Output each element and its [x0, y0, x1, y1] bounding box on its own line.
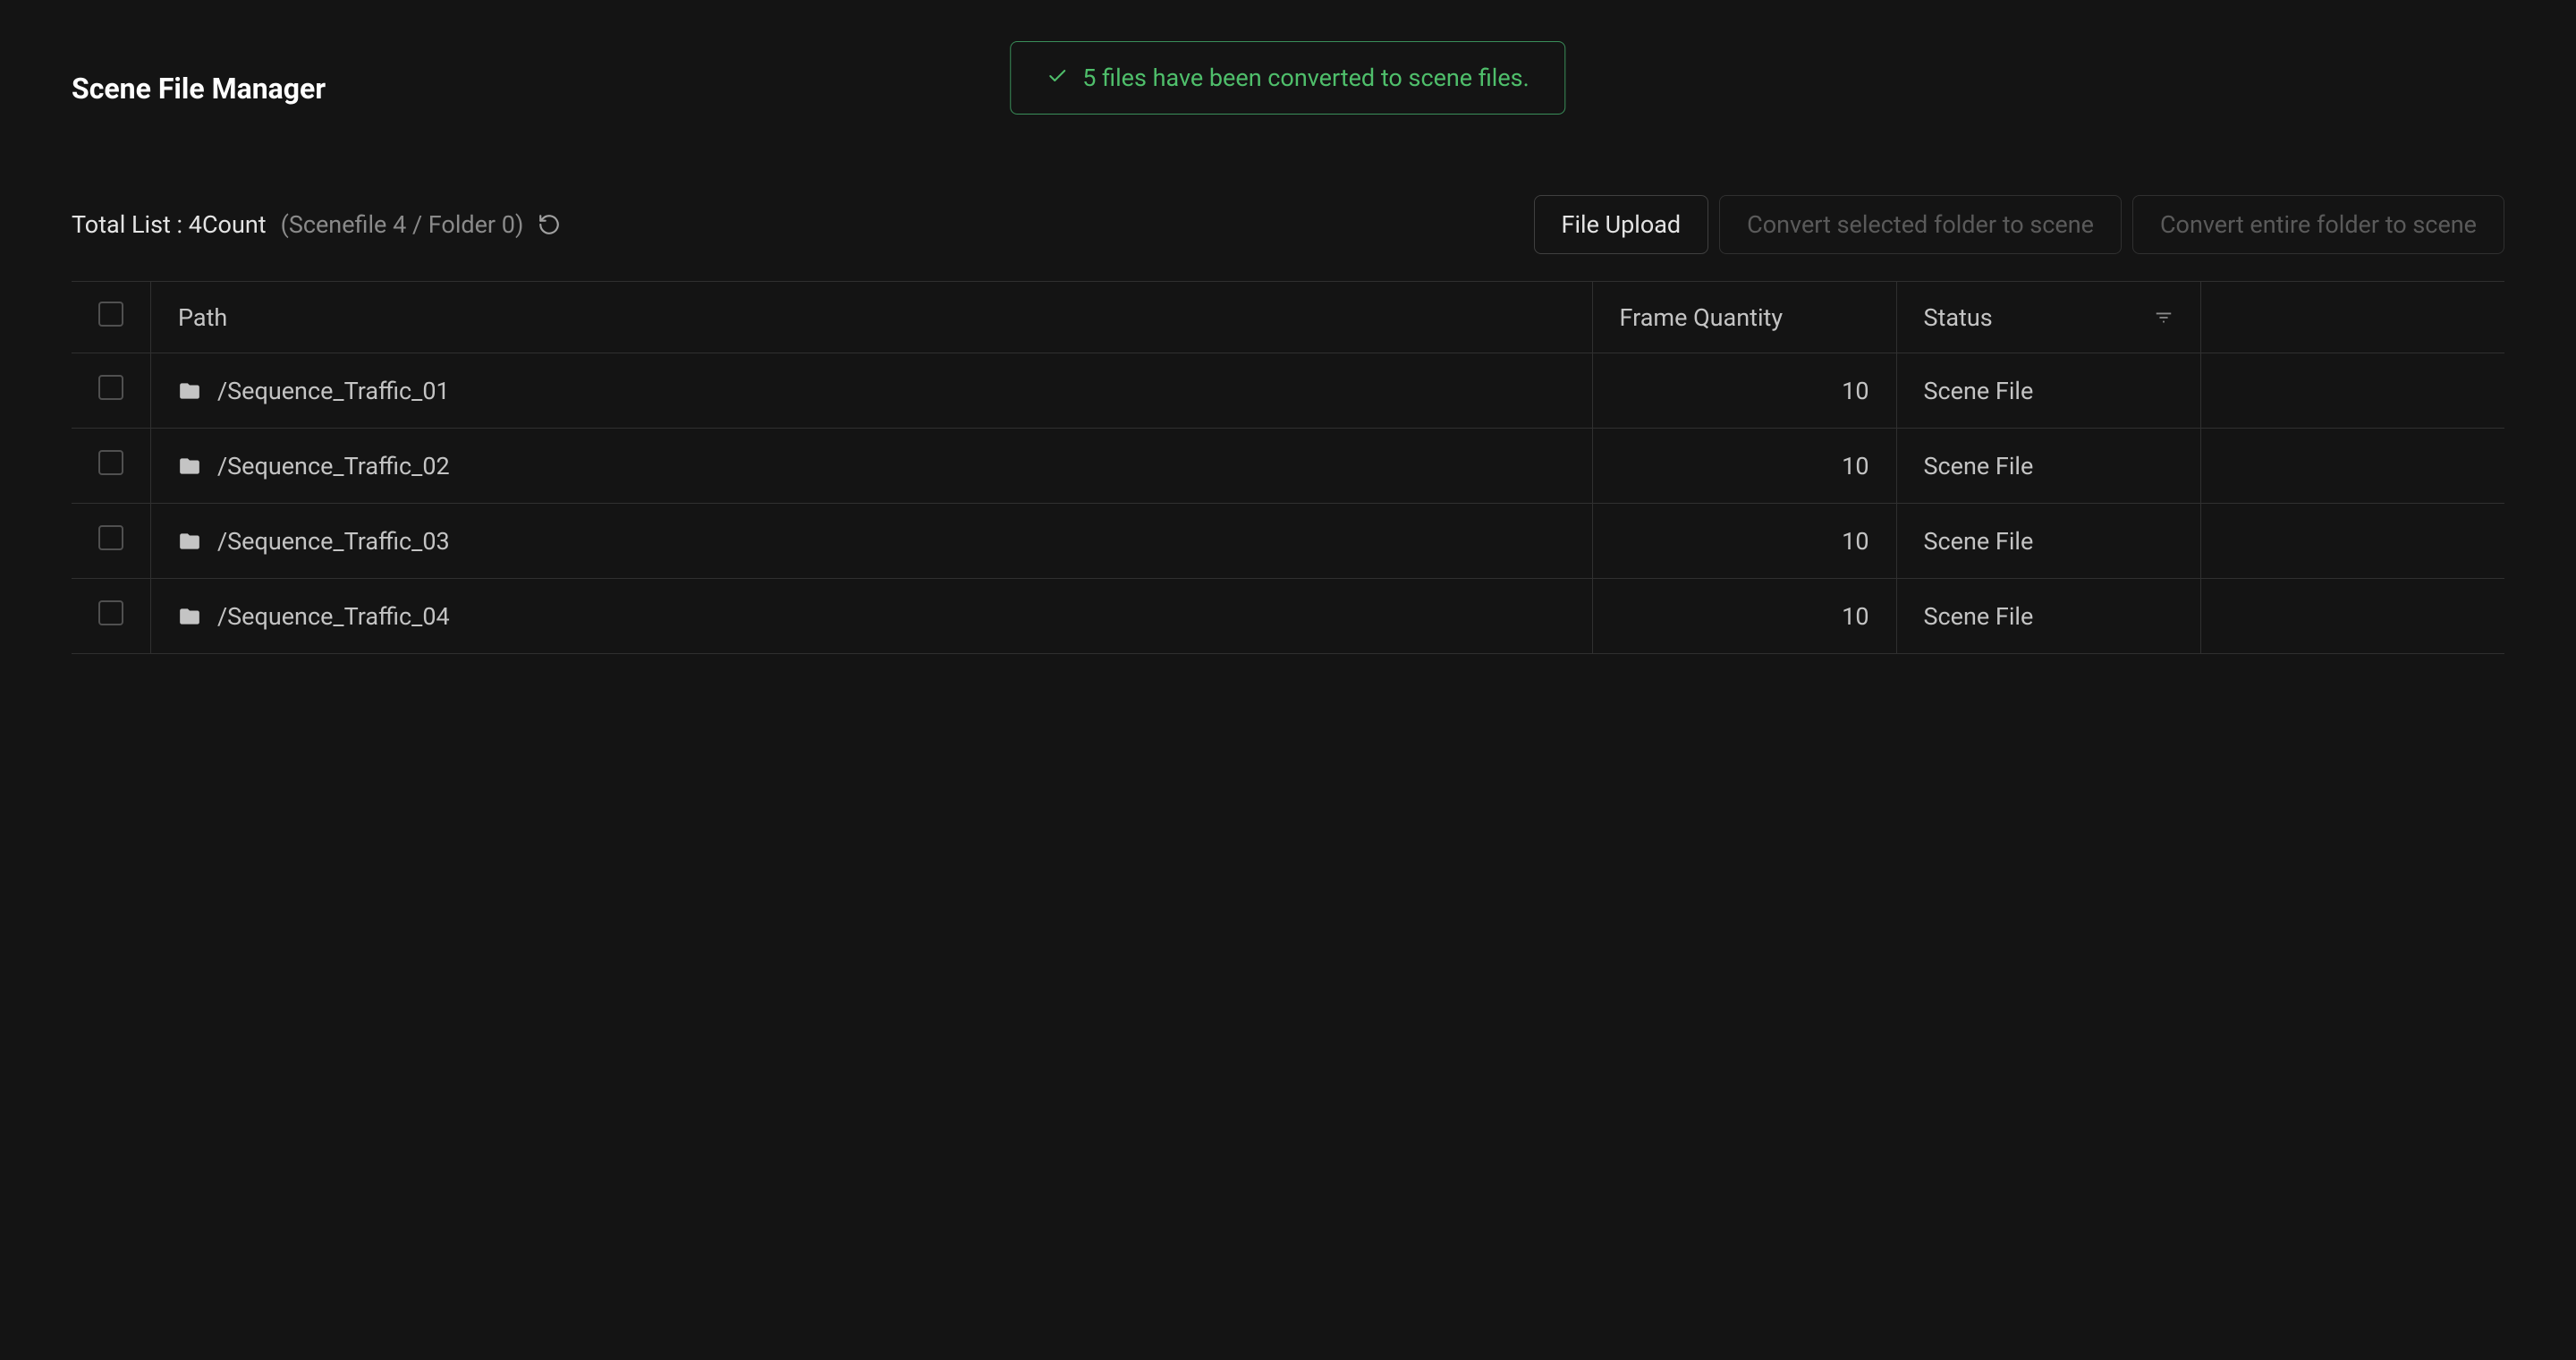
- row-status-cell: Scene File: [1896, 579, 2200, 654]
- header-checkbox-cell: [72, 282, 151, 353]
- table-row[interactable]: /Sequence_Traffic_04 10 Scene File: [72, 579, 2504, 654]
- select-all-checkbox[interactable]: [98, 302, 123, 327]
- filter-icon[interactable]: [2154, 308, 2174, 327]
- row-checkbox-cell: [72, 504, 151, 579]
- row-status-cell: Scene File: [1896, 429, 2200, 504]
- row-checkbox-cell: [72, 353, 151, 429]
- row-frame-cell: 10: [1592, 504, 1896, 579]
- success-toast: 5 files have been converted to scene fil…: [1010, 41, 1565, 115]
- row-path-text: /Sequence_Traffic_01: [217, 377, 450, 405]
- row-frame-cell: 10: [1592, 353, 1896, 429]
- table-row[interactable]: /Sequence_Traffic_03 10 Scene File: [72, 504, 2504, 579]
- row-checkbox[interactable]: [98, 450, 123, 475]
- row-checkbox[interactable]: [98, 375, 123, 400]
- folder-icon: [178, 605, 201, 628]
- row-actions-cell: [2200, 504, 2504, 579]
- row-status-cell: Scene File: [1896, 353, 2200, 429]
- convert-entire-button[interactable]: Convert entire folder to scene: [2132, 195, 2504, 254]
- total-detail-label: (Scenefile 4 / Folder 0): [281, 210, 524, 239]
- header-actions: [2200, 282, 2504, 353]
- row-actions-cell: [2200, 429, 2504, 504]
- row-actions-cell: [2200, 353, 2504, 429]
- table-row[interactable]: /Sequence_Traffic_01 10 Scene File: [72, 353, 2504, 429]
- row-path-cell: /Sequence_Traffic_02: [151, 429, 1593, 504]
- file-upload-button[interactable]: File Upload: [1534, 195, 1709, 254]
- row-path-text: /Sequence_Traffic_02: [217, 452, 450, 480]
- table-row[interactable]: /Sequence_Traffic_02 10 Scene File: [72, 429, 2504, 504]
- total-info: Total List : 4Count (Scenefile 4 / Folde…: [72, 210, 561, 239]
- row-path-text: /Sequence_Traffic_04: [217, 602, 450, 631]
- header-status-label: Status: [1924, 303, 1993, 332]
- folder-icon: [178, 530, 201, 553]
- row-frame-cell: 10: [1592, 429, 1896, 504]
- header-path[interactable]: Path: [151, 282, 1593, 353]
- row-checkbox-cell: [72, 429, 151, 504]
- file-table: Path Frame Quantity Status: [72, 281, 2504, 654]
- header-frame[interactable]: Frame Quantity: [1592, 282, 1896, 353]
- row-path-cell: /Sequence_Traffic_04: [151, 579, 1593, 654]
- row-path-cell: /Sequence_Traffic_01: [151, 353, 1593, 429]
- row-checkbox-cell: [72, 579, 151, 654]
- row-checkbox[interactable]: [98, 525, 123, 550]
- check-icon: [1046, 65, 1068, 90]
- row-path-cell: /Sequence_Traffic_03: [151, 504, 1593, 579]
- row-frame-cell: 10: [1592, 579, 1896, 654]
- row-checkbox[interactable]: [98, 600, 123, 625]
- folder-icon: [178, 455, 201, 478]
- total-count-label: Total List : 4Count: [72, 210, 267, 239]
- folder-icon: [178, 379, 201, 403]
- refresh-icon[interactable]: [538, 213, 561, 236]
- header-status[interactable]: Status: [1896, 282, 2200, 353]
- page-title: Scene File Manager: [72, 72, 326, 106]
- row-status-cell: Scene File: [1896, 504, 2200, 579]
- row-path-text: /Sequence_Traffic_03: [217, 527, 450, 556]
- convert-selected-button[interactable]: Convert selected folder to scene: [1719, 195, 2122, 254]
- row-actions-cell: [2200, 579, 2504, 654]
- toast-message: 5 files have been converted to scene fil…: [1082, 64, 1529, 92]
